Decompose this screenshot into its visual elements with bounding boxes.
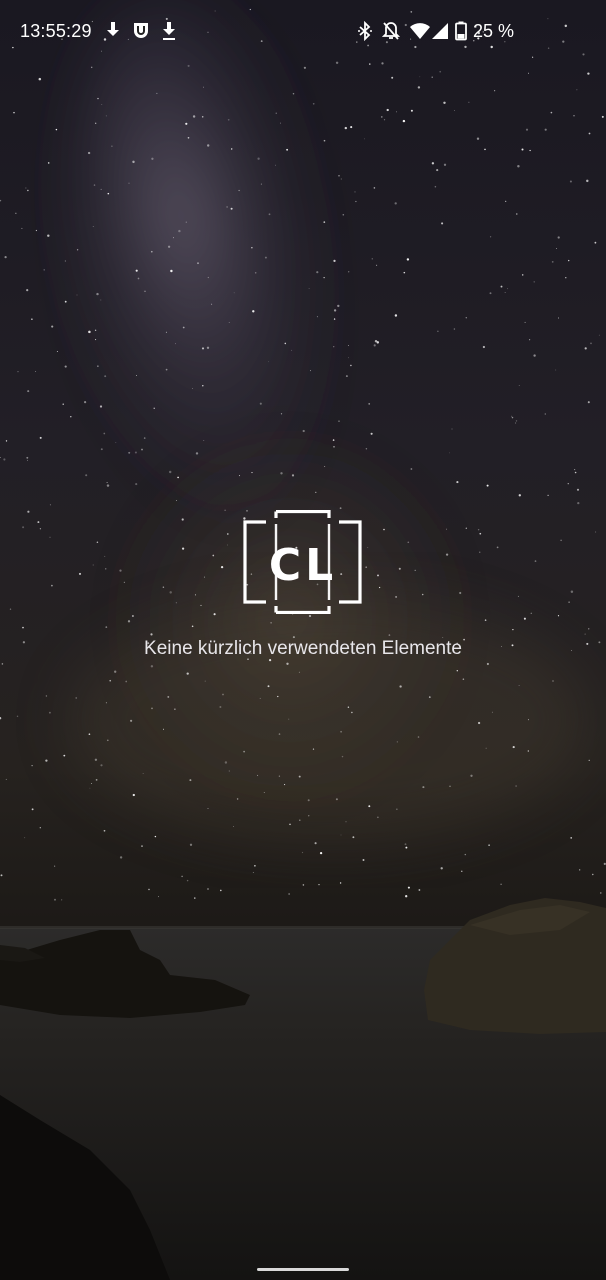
app-logo-letters: CL [269,540,337,591]
status-bar: 13:55:29 25 % [0,0,606,64]
empty-recents-message: Keine kürzlich verwendeten Elemente [144,638,462,659]
download-done-icon [161,21,179,41]
download-icon [105,21,123,41]
gesture-navigation-handle[interactable] [257,1268,349,1271]
recents-screen: 13:55:29 25 % CL Keine kürzlich verwende… [0,0,606,1280]
cellular-signal-icon [432,21,450,41]
battery-percent: 25 % [473,21,515,41]
clipboard-app-logo-icon: CL [243,510,362,614]
app-notification-icon [132,21,150,41]
battery-icon [455,21,467,41]
bluetooth-icon [357,21,375,41]
wifi-icon [409,21,431,41]
status-time: 13:55:29 [20,21,92,41]
notifications-off-icon [382,21,400,41]
